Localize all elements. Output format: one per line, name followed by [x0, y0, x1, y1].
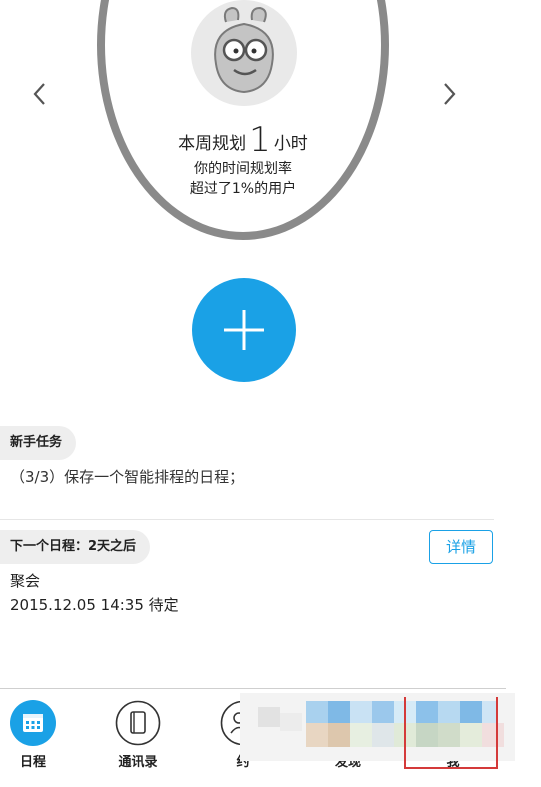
bottom-nav-divider — [0, 688, 506, 689]
calendar-icon — [10, 700, 56, 746]
newbie-task-text[interactable]: （3/3）保存一个智能排程的日程； — [10, 466, 244, 487]
mascot-avatar — [191, 0, 297, 106]
add-schedule-button[interactable] — [192, 278, 296, 382]
nav-item-schedule[interactable]: 日程 — [0, 700, 68, 770]
weekly-plan-prefix: 本周规划 — [178, 134, 247, 154]
weekly-plan-hours-value: 1 — [249, 120, 271, 160]
nav-label-schedule: 日程 — [19, 755, 46, 770]
detail-button[interactable]: 详情 — [429, 530, 493, 564]
event-time: 2015.12.05 14:35 待定 — [10, 596, 179, 614]
plus-icon — [224, 310, 264, 350]
contacts-icon — [115, 700, 161, 746]
plan-rate-label: 你的时间规划率 — [194, 161, 292, 177]
weekly-plan-suffix: 小时 — [273, 134, 308, 154]
next-event-badge: 下一个日程：2天之后 — [0, 530, 151, 564]
chevron-left-icon[interactable] — [28, 80, 52, 108]
section-divider — [0, 519, 494, 520]
newbie-task-badge: 新手任务 — [0, 426, 77, 460]
plan-rate-comparison: 超过了1%的用户 — [189, 181, 297, 197]
chevron-right-icon[interactable] — [437, 80, 461, 108]
highlight-box — [404, 697, 498, 769]
nav-item-contacts[interactable]: 通讯录 — [103, 700, 173, 770]
weekly-plan-hours: 本周规划1 小时 — [97, 120, 389, 160]
nav-label-contacts: 通讯录 — [118, 755, 158, 770]
event-title[interactable]: 聚会 — [10, 570, 40, 591]
